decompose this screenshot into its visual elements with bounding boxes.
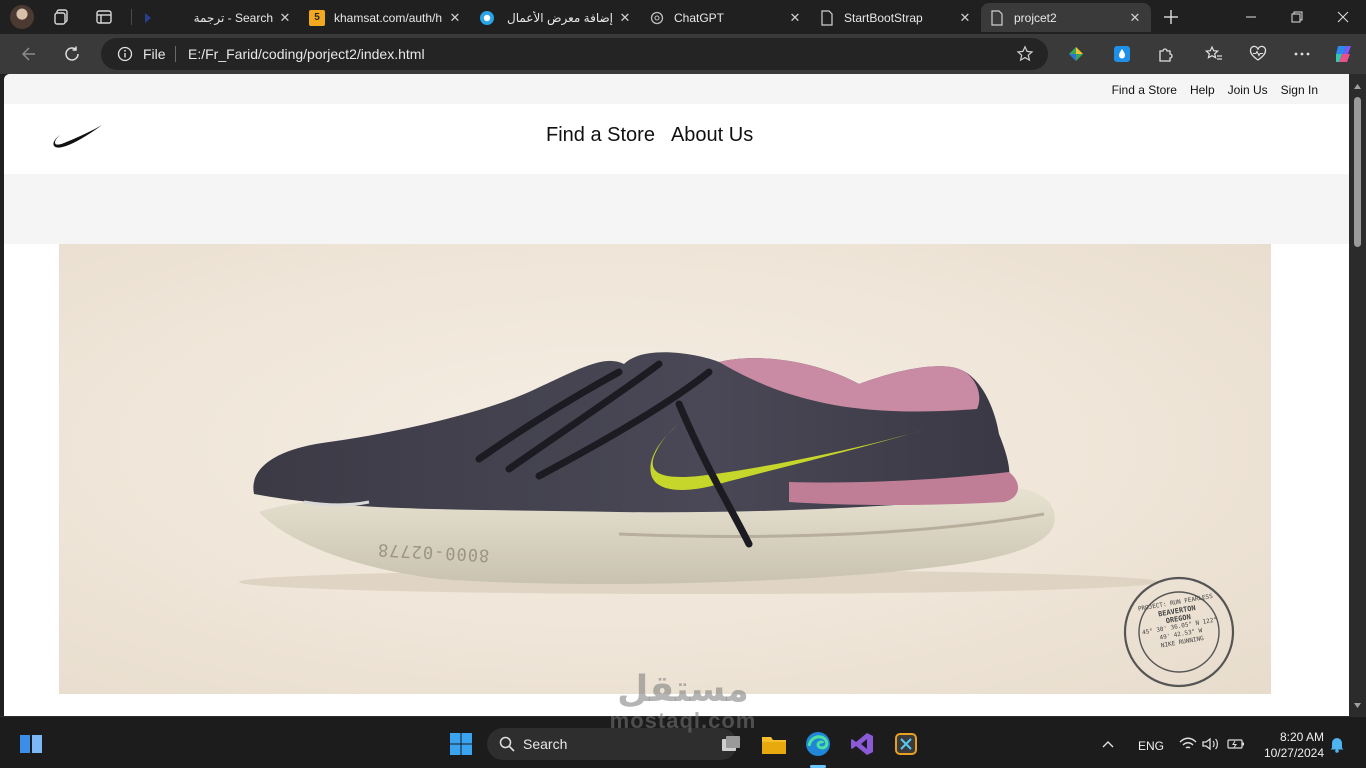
tab-strip: ترجمة - Search ✕ 5 khamsat.com/auth/h ✕ … <box>0 0 1366 34</box>
new-tab-button[interactable] <box>1161 7 1181 27</box>
workspaces-icon[interactable] <box>52 7 72 27</box>
shoe-illustration <box>239 352 1235 688</box>
nav-link-about[interactable]: About Us <box>671 124 753 147</box>
tab-search[interactable]: ترجمة - Search ✕ <box>133 3 301 32</box>
start-windows-icon[interactable] <box>448 731 474 757</box>
close-tab-icon[interactable]: ✕ <box>957 10 973 26</box>
tab-title: إضافة معرض الأعمال <box>506 10 613 25</box>
hero-image: PROJECT: RUN FEARLESS BEAVERTON OREGON 4… <box>59 244 1271 694</box>
reload-icon[interactable] <box>60 42 84 66</box>
more-options-icon[interactable] <box>1290 42 1314 66</box>
language-indicator[interactable]: ENG <box>1138 739 1164 753</box>
system-clock[interactable]: 8:20 AM 10/27/2024 <box>1256 729 1324 761</box>
address-bar[interactable]: File E:/Fr_Farid/coding/porject2/index.h… <box>101 38 1048 70</box>
extension-drop-icon[interactable] <box>1110 42 1134 66</box>
url-text[interactable]: E:/Fr_Farid/coding/porject2/index.html <box>188 46 425 62</box>
notification-bell-icon[interactable] <box>1326 731 1348 757</box>
util-link-sign-in[interactable]: Sign In <box>1281 83 1318 97</box>
main-navigation: Find a Store About Us <box>4 104 1349 174</box>
watermark-latin: mostaql.com <box>609 708 757 733</box>
battery-icon[interactable] <box>1226 731 1246 757</box>
mostaql-favicon-icon <box>479 10 495 26</box>
edge-browser-icon[interactable] <box>805 731 831 757</box>
restore-button[interactable] <box>1274 0 1320 34</box>
close-tab-icon[interactable]: ✕ <box>277 10 293 26</box>
page-favicon-icon <box>989 9 1005 26</box>
snipping-tool-icon[interactable] <box>893 731 919 757</box>
browser-toolbar: File E:/Fr_Farid/coding/porject2/index.h… <box>0 34 1366 74</box>
page-viewport: Find a Store Help Join Us Sign In Find a… <box>4 74 1349 716</box>
close-tab-icon[interactable]: ✕ <box>1127 10 1143 26</box>
tab-title: khamsat.com/auth/h <box>334 10 443 25</box>
tab-title: ترجمة - Search <box>193 10 273 25</box>
watermark-arabic: مستقل <box>617 668 749 709</box>
util-link-join[interactable]: Join Us <box>1228 83 1268 97</box>
search-label: Search <box>523 736 568 752</box>
file-explorer-icon[interactable] <box>761 731 787 757</box>
close-tab-icon[interactable]: ✕ <box>447 10 463 26</box>
scroll-up-icon[interactable] <box>1353 82 1362 91</box>
search-icon <box>499 736 515 752</box>
browser-essentials-icon[interactable] <box>1246 42 1270 66</box>
tab-chatgpt[interactable]: ChatGPT ✕ <box>641 3 811 32</box>
tab-khamsat[interactable]: 5 khamsat.com/auth/h ✕ <box>301 3 471 32</box>
close-tab-icon[interactable]: ✕ <box>787 10 803 26</box>
volume-icon[interactable] <box>1201 731 1221 757</box>
show-hidden-icons-icon[interactable] <box>1098 731 1118 757</box>
search-favicon-icon <box>141 10 157 26</box>
favorites-icon[interactable] <box>1202 42 1226 66</box>
nike-swoosh-icon[interactable] <box>52 124 104 152</box>
tab-title: StartBootStrap <box>844 10 923 25</box>
url-scheme: File <box>143 46 166 62</box>
close-tab-icon[interactable]: ✕ <box>617 10 633 26</box>
tab-project2[interactable]: projcet2 ✕ <box>981 3 1151 32</box>
util-link-help[interactable]: Help <box>1190 83 1215 97</box>
util-link-find-store[interactable]: Find a Store <box>1112 83 1177 97</box>
wifi-icon[interactable] <box>1178 731 1198 757</box>
tab-title: projcet2 <box>1014 10 1057 25</box>
tab-mostaql[interactable]: إضافة معرض الأعمال ✕ <box>471 3 641 32</box>
tab-title: ChatGPT <box>674 10 725 25</box>
mostaql-watermark: مستقل mostaql.com <box>598 668 768 732</box>
extension-color-icon[interactable] <box>1064 42 1088 66</box>
profile-avatar[interactable] <box>10 5 34 29</box>
khamsat-favicon-icon: 5 <box>309 9 325 26</box>
page-favicon-icon <box>819 9 835 26</box>
widgets-icon[interactable] <box>18 731 44 757</box>
back-arrow-icon[interactable] <box>16 42 40 66</box>
tab-startbootstrap[interactable]: StartBootStrap ✕ <box>811 3 981 32</box>
clock-date: 10/27/2024 <box>1263 746 1324 760</box>
scroll-down-icon[interactable] <box>1353 701 1362 710</box>
chatgpt-favicon-icon <box>649 10 665 26</box>
close-window-button[interactable] <box>1320 0 1366 34</box>
nav-link-find-store[interactable]: Find a Store <box>546 124 655 147</box>
extensions-puzzle-icon[interactable] <box>1154 42 1178 66</box>
page-scrollbar[interactable] <box>1349 74 1366 716</box>
promo-banner <box>4 174 1349 244</box>
task-view-icon[interactable] <box>718 731 744 757</box>
tab-actions-icon[interactable] <box>94 7 114 27</box>
scroll-thumb[interactable] <box>1354 97 1361 247</box>
favorite-star-icon[interactable] <box>1016 45 1034 63</box>
visual-studio-icon[interactable] <box>849 731 875 757</box>
clock-time: 8:20 AM <box>1279 730 1324 744</box>
minimize-button[interactable] <box>1228 0 1274 34</box>
copilot-icon[interactable] <box>1332 42 1356 66</box>
utility-bar: Find a Store Help Join Us Sign In <box>4 74 1349 104</box>
info-icon[interactable] <box>117 46 133 62</box>
